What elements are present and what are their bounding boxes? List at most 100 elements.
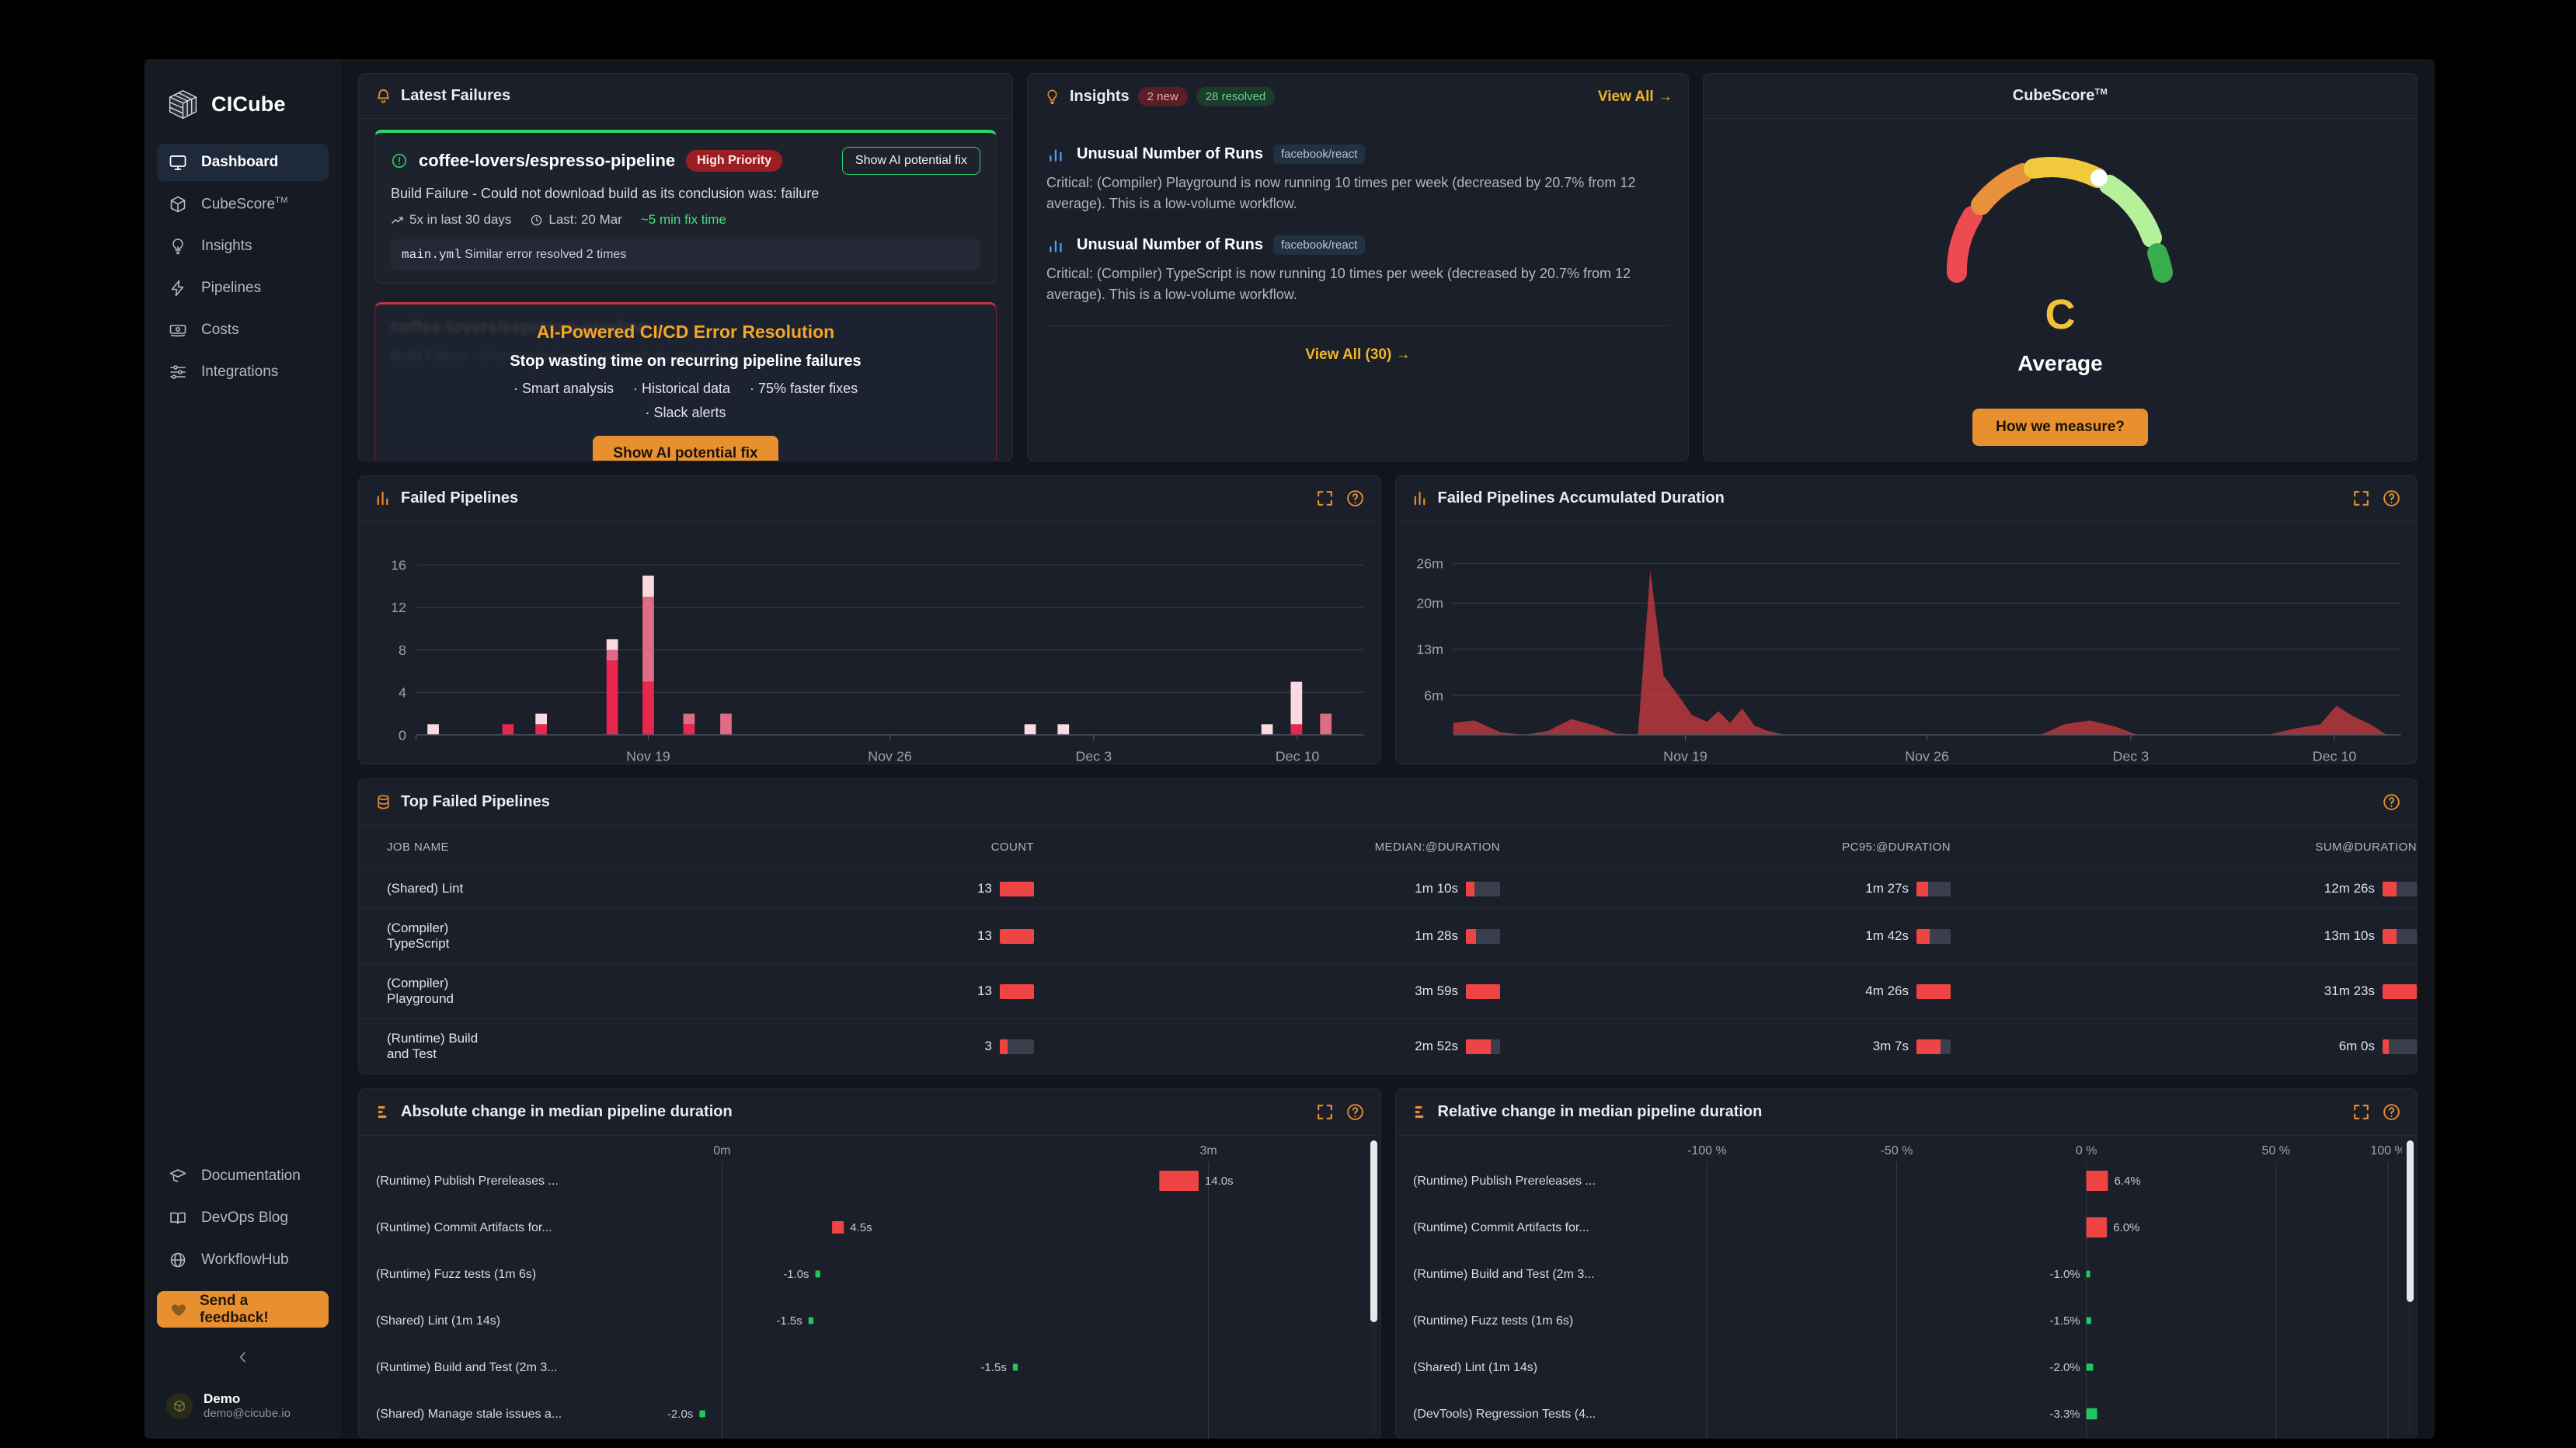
- collapse-sidebar-button[interactable]: [157, 1332, 329, 1381]
- cell-pc95: 3m 7s: [1500, 1019, 1951, 1074]
- sidebar-item-label: Documentation: [201, 1168, 301, 1185]
- svg-text:20m: 20m: [1416, 596, 1443, 611]
- scrollbar-thumb[interactable]: [2407, 1140, 2414, 1302]
- insight-header: Unusual Number of Runs facebook/react: [1046, 235, 1669, 255]
- sidebar-item-costs[interactable]: Costs: [157, 312, 329, 349]
- ranking-icon: [1412, 1103, 1429, 1121]
- sidebar-item-documentation[interactable]: Documentation: [157, 1157, 329, 1195]
- insights-view-all-count-link[interactable]: View All (30) →: [1305, 346, 1410, 363]
- cell-pc95: 4m 26s: [1500, 964, 1951, 1019]
- column-header-pc95[interactable]: PC95:@DURATION: [1500, 826, 1951, 869]
- send-feedback-button[interactable]: Send a feedback!: [157, 1291, 329, 1328]
- insights-view-all-link[interactable]: View All →: [1598, 89, 1673, 106]
- cell-count-value: 13: [977, 983, 992, 999]
- column-header-count[interactable]: COUNT: [490, 826, 1034, 869]
- show-ai-fix-button[interactable]: Show AI potential fix: [842, 147, 980, 175]
- table-row[interactable]: (Compiler) TypeScript131m 28s1m 42s13m 1…: [359, 909, 2417, 964]
- expand-icon[interactable]: [2351, 489, 2371, 508]
- cell-count: 13: [490, 909, 1034, 964]
- help-icon[interactable]: [2382, 489, 2401, 508]
- how-we-measure-button[interactable]: How we measure?: [1972, 409, 2148, 446]
- svg-text:(Shared) Lint (1m 14s): (Shared) Lint (1m 14s): [376, 1314, 500, 1328]
- sidebar-item-integrations[interactable]: Integrations: [157, 353, 329, 391]
- help-icon[interactable]: [1345, 489, 1365, 508]
- bell-icon: [374, 87, 392, 105]
- table-row[interactable]: (Shared) Lint131m 10s1m 27s12m 26s: [359, 869, 2417, 909]
- sidebar-item-insights[interactable]: Insights: [157, 228, 329, 265]
- brand[interactable]: CICube: [144, 76, 341, 144]
- column-header-job[interactable]: JOB NAME: [359, 826, 490, 869]
- svg-text:-2.0%: -2.0%: [2049, 1361, 2080, 1374]
- value-bar: [1916, 929, 1951, 944]
- expand-icon[interactable]: [1315, 489, 1335, 508]
- cell-count: 13: [490, 869, 1034, 909]
- cell-count-value: 13: [977, 881, 992, 896]
- cubescore-header: CubeScoreTM: [1704, 74, 2417, 119]
- money-icon: [169, 321, 187, 339]
- help-icon[interactable]: [1345, 1102, 1365, 1122]
- table-row[interactable]: (Runtime) Build and Test32m 52s3m 7s6m 0…: [359, 1019, 2417, 1074]
- failure-meta: 5x in last 30 days Last: 20 Mar ~5 min f…: [391, 212, 980, 228]
- failure-code-file: main.yml: [402, 248, 461, 262]
- absolute-change-card: Absolute change in median pipeline durat…: [358, 1088, 1381, 1439]
- failure-item[interactable]: coffee-lovers/espresso-pipeline High Pri…: [374, 130, 997, 284]
- svg-text:(Runtime) Publish Prereleases: (Runtime) Publish Prereleases ...: [376, 1175, 559, 1188]
- scrollbar-track[interactable]: [2407, 1140, 2414, 1434]
- sidebar-item-pipelines[interactable]: Pipelines: [157, 270, 329, 307]
- svg-text:14.0s: 14.0s: [1205, 1175, 1234, 1188]
- svg-text:-50 %: -50 %: [1880, 1144, 1913, 1157]
- value-bar: [1916, 882, 1951, 896]
- help-icon[interactable]: [2382, 792, 2401, 812]
- latest-failures-card: Latest Failures coffee-lovers/espresso-p…: [358, 73, 1013, 461]
- cell-pc95: 1m 42s: [1500, 909, 1951, 964]
- scrollbar-track[interactable]: [1370, 1140, 1377, 1434]
- cell-median-value: 1m 28s: [1415, 928, 1458, 944]
- sidebar-item-dashboard[interactable]: Dashboard: [157, 144, 329, 181]
- promo-feature: · 75% faster fixes: [750, 381, 858, 396]
- user-account[interactable]: Demo demo@cicube.io: [157, 1386, 329, 1422]
- chart-title: Absolute change in median pipeline durat…: [401, 1103, 733, 1121]
- sidebar-nav: Dashboard CubeScoreTM Insights: [144, 144, 341, 391]
- insights-header: Insights 2 new 28 resolved View All →: [1028, 74, 1688, 120]
- insight-title: Unusual Number of Runs: [1077, 145, 1263, 163]
- cell-job: (Runtime) Build and Test: [359, 1019, 490, 1074]
- svg-text:Dec 10: Dec 10: [1276, 749, 1320, 764]
- bar-chart-icon: [374, 489, 392, 507]
- cell-sum: 12m 26s: [1951, 869, 2417, 909]
- insight-item[interactable]: Unusual Number of Runs facebook/react Cr…: [1046, 219, 1669, 310]
- svg-text:(Runtime) Commit Artifacts for: (Runtime) Commit Artifacts for...: [1413, 1221, 1589, 1234]
- svg-text:Nov 26: Nov 26: [1905, 749, 1949, 764]
- svg-text:6m: 6m: [1424, 687, 1443, 703]
- cell-median-value: 3m 59s: [1415, 983, 1458, 999]
- insight-item[interactable]: Unusual Number of Runs facebook/react Cr…: [1046, 128, 1669, 219]
- failure-fix-time: ~5 min fix time: [641, 212, 726, 228]
- cubescore-card: CubeScoreTM: [1703, 73, 2418, 461]
- sidebar-item-devops-blog[interactable]: DevOps Blog: [157, 1199, 329, 1237]
- cubescore-body: C Average How we measure?: [1704, 119, 2417, 461]
- table-row[interactable]: (Compiler) Playground133m 59s4m 26s31m 2…: [359, 964, 2417, 1019]
- promo-features: · Smart analysis · Historical data · 75%…: [391, 381, 980, 397]
- sidebar-item-cubescore[interactable]: CubeScoreTM: [157, 186, 329, 223]
- failure-code-text: Similar error resolved 2 times: [465, 248, 626, 261]
- expand-icon[interactable]: [2351, 1102, 2371, 1122]
- column-header-median[interactable]: MEDIAN:@DURATION: [1034, 826, 1500, 869]
- column-header-sum[interactable]: SUM@DURATION: [1951, 826, 2417, 869]
- scrollbar-thumb[interactable]: [1370, 1140, 1377, 1322]
- avatar: [166, 1393, 193, 1419]
- insight-header: Unusual Number of Runs facebook/react: [1046, 144, 1669, 164]
- graduation-cap-icon: [169, 1167, 187, 1185]
- help-icon[interactable]: [2382, 1102, 2401, 1122]
- failure-description: Build Failure - Could not download build…: [391, 186, 980, 202]
- insights-footer: View All (30) →: [1046, 326, 1669, 364]
- user-name: Demo: [204, 1391, 291, 1407]
- main-content: Latest Failures coffee-lovers/espresso-p…: [341, 59, 2435, 1439]
- cell-job: (Shared) Lint: [359, 869, 490, 909]
- cell-job: (Compiler) Playground: [359, 964, 490, 1019]
- bulb-icon: [169, 237, 187, 256]
- promo-show-ai-fix-button[interactable]: Show AI potential fix: [593, 436, 778, 461]
- svg-text:3m: 3m: [1199, 1144, 1217, 1157]
- sidebar-item-workflowhub[interactable]: WorkflowHub: [157, 1241, 329, 1279]
- value-bar: [2383, 1039, 2417, 1054]
- expand-icon[interactable]: [1315, 1102, 1335, 1122]
- sidebar: CICube Dashboard CubeScoreTM: [144, 59, 341, 1439]
